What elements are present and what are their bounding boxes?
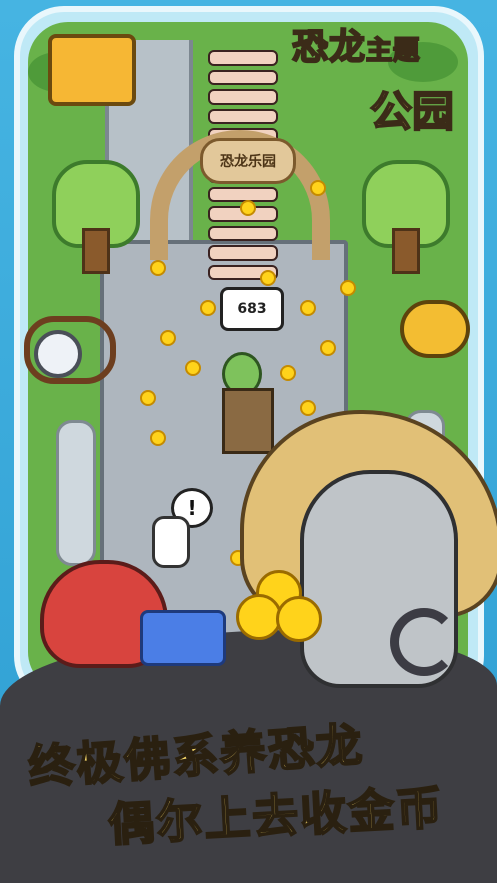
hook-ring — [390, 608, 458, 676]
coin-icon[interactable] — [300, 300, 316, 316]
tree-trunk — [82, 228, 110, 274]
coin-icon[interactable] — [200, 300, 216, 316]
game-title-line2: 公园 — [369, 86, 455, 137]
coin-icon[interactable] — [310, 180, 326, 196]
coin-icon[interactable] — [240, 200, 256, 216]
coin-icon[interactable] — [150, 260, 166, 276]
title-small: 主题 — [365, 35, 421, 67]
wristwatch-face — [34, 330, 82, 378]
tree-trunk — [392, 228, 420, 274]
coin-icon[interactable] — [280, 365, 296, 381]
blue-crystals — [140, 610, 226, 666]
park-gate-sign: 恐龙乐园 — [200, 138, 296, 184]
piggy-bank-icon — [400, 300, 470, 358]
coin-icon[interactable] — [320, 340, 336, 356]
coin-pile — [236, 570, 326, 642]
title-main: 恐龙 — [291, 26, 367, 69]
coin-icon[interactable] — [340, 280, 356, 296]
left-statue — [56, 420, 96, 566]
money-safe-icon — [48, 34, 136, 106]
coin-icon[interactable] — [150, 430, 166, 446]
coin-icon[interactable] — [160, 330, 176, 346]
coin-icon[interactable] — [260, 270, 276, 286]
coin-icon[interactable] — [185, 360, 201, 376]
game-title-line1: 恐龙主题 — [291, 18, 421, 70]
ticket-booth[interactable] — [222, 388, 274, 454]
coin-count-bubble[interactable]: 683 — [220, 287, 284, 331]
coin-icon[interactable] — [140, 390, 156, 406]
scientist-character[interactable] — [152, 516, 190, 568]
coin-icon[interactable] — [300, 400, 316, 416]
